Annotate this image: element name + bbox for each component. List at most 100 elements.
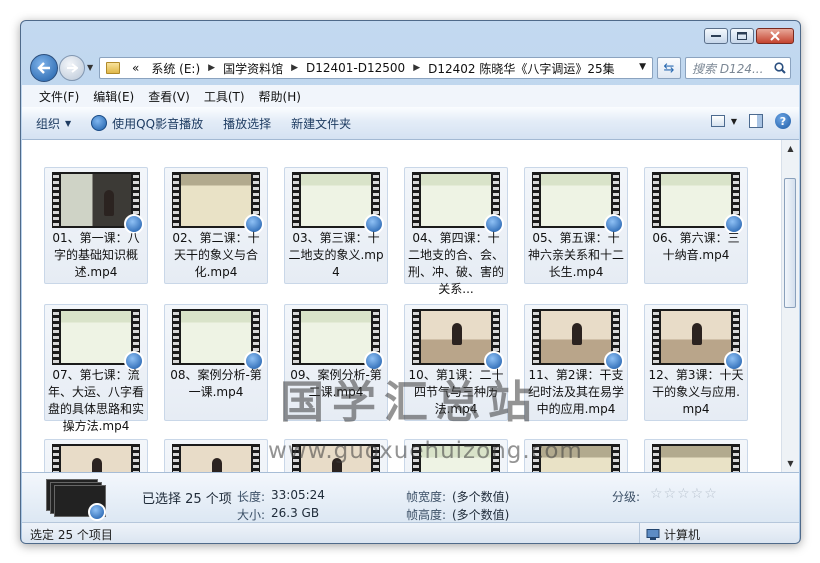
organize-label: 组织 — [36, 116, 61, 131]
new-folder-button[interactable]: 新建文件夹 — [281, 115, 361, 132]
size-value: 26.3 GB — [271, 506, 320, 520]
scroll-down-icon[interactable]: ▼ — [782, 455, 799, 472]
file-name: 12、第3课：十天干的象义与应用.mp4 — [648, 368, 744, 416]
menu-help[interactable]: 帮助(H) — [252, 88, 308, 105]
organize-button[interactable]: 组织 ▼ — [22, 115, 81, 132]
video-thumbnail — [52, 444, 140, 472]
breadcrumb-library[interactable]: 国学资料馆 — [217, 60, 289, 77]
frame-width-value: (多个数值) — [452, 490, 510, 504]
breadcrumb-range[interactable]: D12401-D12500 — [300, 61, 411, 75]
forward-button[interactable] — [59, 55, 85, 81]
menu-edit[interactable]: 编辑(E) — [86, 88, 141, 105]
breadcrumb-drive[interactable]: 系统 (E:) — [145, 60, 206, 77]
video-thumbnail — [52, 309, 144, 371]
file-name: 04、第四课：十二地支的合、会、刑、冲、破、害的关系... — [408, 231, 505, 296]
video-thumbnail — [172, 309, 264, 371]
presenter-figure — [692, 323, 702, 345]
refresh-button[interactable]: ⇆ — [657, 57, 681, 79]
scrollbar-thumb[interactable] — [784, 178, 796, 308]
presenter-figure — [452, 323, 462, 345]
video-thumbnail — [532, 172, 624, 234]
view-icon — [710, 115, 725, 127]
video-thumbnail — [172, 444, 260, 472]
change-view-button[interactable]: ▼ — [710, 115, 737, 127]
play-selection-button[interactable]: 播放选择 — [213, 115, 281, 132]
video-thumbnail — [412, 172, 504, 234]
file-item[interactable] — [44, 439, 148, 472]
title-bar — [21, 21, 800, 51]
address-row: ▼ « 系统 (E:) ▶ 国学资料馆 ▶ D12401-D12500 ▶ D1… — [21, 51, 800, 85]
size-label: 大小: — [237, 508, 266, 522]
chevron-down-icon: ▼ — [730, 116, 737, 126]
rating-label: 分级: — [612, 490, 641, 504]
breadcrumb-separator-icon[interactable]: ▶ — [411, 63, 422, 73]
vertical-scrollbar[interactable]: ▲ ▼ — [781, 140, 799, 472]
status-selected-text: 选定 25 个项目 — [30, 528, 113, 542]
file-item[interactable]: 05、第五课：十神六亲关系和十二长生.mp4 — [524, 167, 628, 284]
computer-icon — [646, 528, 660, 540]
menu-bar: 文件(F) 编辑(E) 查看(V) 工具(T) 帮助(H) — [22, 85, 799, 107]
breadcrumb-overflow[interactable]: « — [126, 61, 145, 75]
file-item[interactable] — [164, 439, 268, 472]
file-item[interactable]: 02、第二课：十天干的象义与合化.mp4 — [164, 167, 268, 284]
details-pane: 已选择 25 个项 长度: 33:05:24 大小: 26.3 GB 帧宽度: … — [22, 472, 799, 523]
menu-file[interactable]: 文件(F) — [32, 88, 86, 105]
preview-pane-button[interactable] — [749, 114, 763, 128]
presenter-figure — [212, 458, 222, 472]
presenter-figure — [104, 190, 114, 216]
minimize-button[interactable] — [704, 28, 728, 44]
video-thumbnail — [412, 309, 504, 371]
video-thumbnail — [292, 172, 384, 234]
file-item[interactable] — [644, 439, 748, 472]
breadcrumb-separator-icon[interactable]: ▶ — [289, 63, 300, 73]
address-dropdown-icon[interactable]: ▼ — [639, 62, 646, 72]
frame-height-value: (多个数值) — [452, 508, 510, 522]
command-bar: 组织 ▼ 使用QQ影音播放 播放选择 新建文件夹 ▼ ? — [22, 107, 799, 140]
file-item[interactable]: 07、第七课：流年、大运、八字看盘的具体思路和实操方法.mp4 — [44, 304, 148, 433]
help-icon[interactable]: ? — [775, 113, 791, 129]
search-input[interactable]: 搜索 D124... — [685, 57, 791, 79]
scroll-up-icon[interactable]: ▲ — [782, 140, 799, 157]
frame-width-label: 帧宽度: — [406, 490, 447, 504]
breadcrumb-current[interactable]: D12402 陈晓华《八字调运》25集 — [422, 60, 621, 77]
file-name: 08、案例分析-第一课.mp4 — [170, 368, 262, 399]
close-button[interactable] — [756, 28, 794, 44]
file-item[interactable]: 12、第3课：十天干的象义与应用.mp4 — [644, 304, 748, 421]
selection-count: 已选择 25 个项 — [142, 492, 232, 507]
status-bar: 选定 25 个项目 计算机 — [22, 522, 799, 543]
file-item[interactable]: 01、第一课：八字的基础知识概述.mp4 — [44, 167, 148, 284]
file-item[interactable]: 08、案例分析-第一课.mp4 — [164, 304, 268, 421]
status-location-label: 计算机 — [664, 528, 701, 542]
new-folder-label: 新建文件夹 — [291, 116, 352, 131]
rating-stars[interactable]: ☆☆☆☆☆ — [650, 486, 718, 502]
folder-icon — [106, 62, 120, 74]
arrow-left-icon — [37, 62, 50, 74]
menu-tools[interactable]: 工具(T) — [197, 88, 252, 105]
qq-player-icon — [91, 115, 108, 131]
file-item[interactable]: 04、第四课：十二地支的合、会、刑、冲、破、害的关系... — [404, 167, 508, 296]
watermark-url: www.guoxuehuizong.com — [268, 438, 583, 464]
refresh-icon: ⇆ — [663, 60, 675, 76]
video-thumbnail — [292, 309, 384, 371]
close-icon — [770, 31, 780, 41]
file-name: 05、第五课：十神六亲关系和十二长生.mp4 — [528, 231, 625, 279]
breadcrumb-separator-icon[interactable]: ▶ — [206, 63, 217, 73]
window-controls — [704, 28, 794, 44]
menu-view[interactable]: 查看(V) — [141, 88, 197, 105]
search-placeholder: 搜索 D124... — [692, 61, 764, 76]
address-bar[interactable]: « 系统 (E:) ▶ 国学资料馆 ▶ D12401-D12500 ▶ D124… — [99, 57, 653, 79]
qq-player-icon — [88, 503, 106, 521]
length-value: 33:05:24 — [271, 488, 325, 502]
maximize-button[interactable] — [730, 28, 754, 44]
back-button[interactable] — [30, 54, 58, 82]
presenter-figure — [92, 458, 102, 472]
file-item[interactable]: 06、第六课：三十纳音.mp4 — [644, 167, 748, 284]
file-name: 03、第三课：十二地支的象义.mp4 — [288, 231, 384, 279]
frame-height-label: 帧高度: — [406, 508, 447, 522]
play-with-qq-button[interactable]: 使用QQ影音播放 — [81, 115, 213, 132]
file-item[interactable]: 03、第三课：十二地支的象义.mp4 — [284, 167, 388, 284]
recent-pages-dropdown[interactable]: ▼ — [87, 63, 93, 72]
toolbar-right: ▼ ? — [710, 113, 791, 129]
file-name: 01、第一课：八字的基础知识概述.mp4 — [52, 231, 140, 279]
video-thumbnail — [532, 309, 624, 371]
